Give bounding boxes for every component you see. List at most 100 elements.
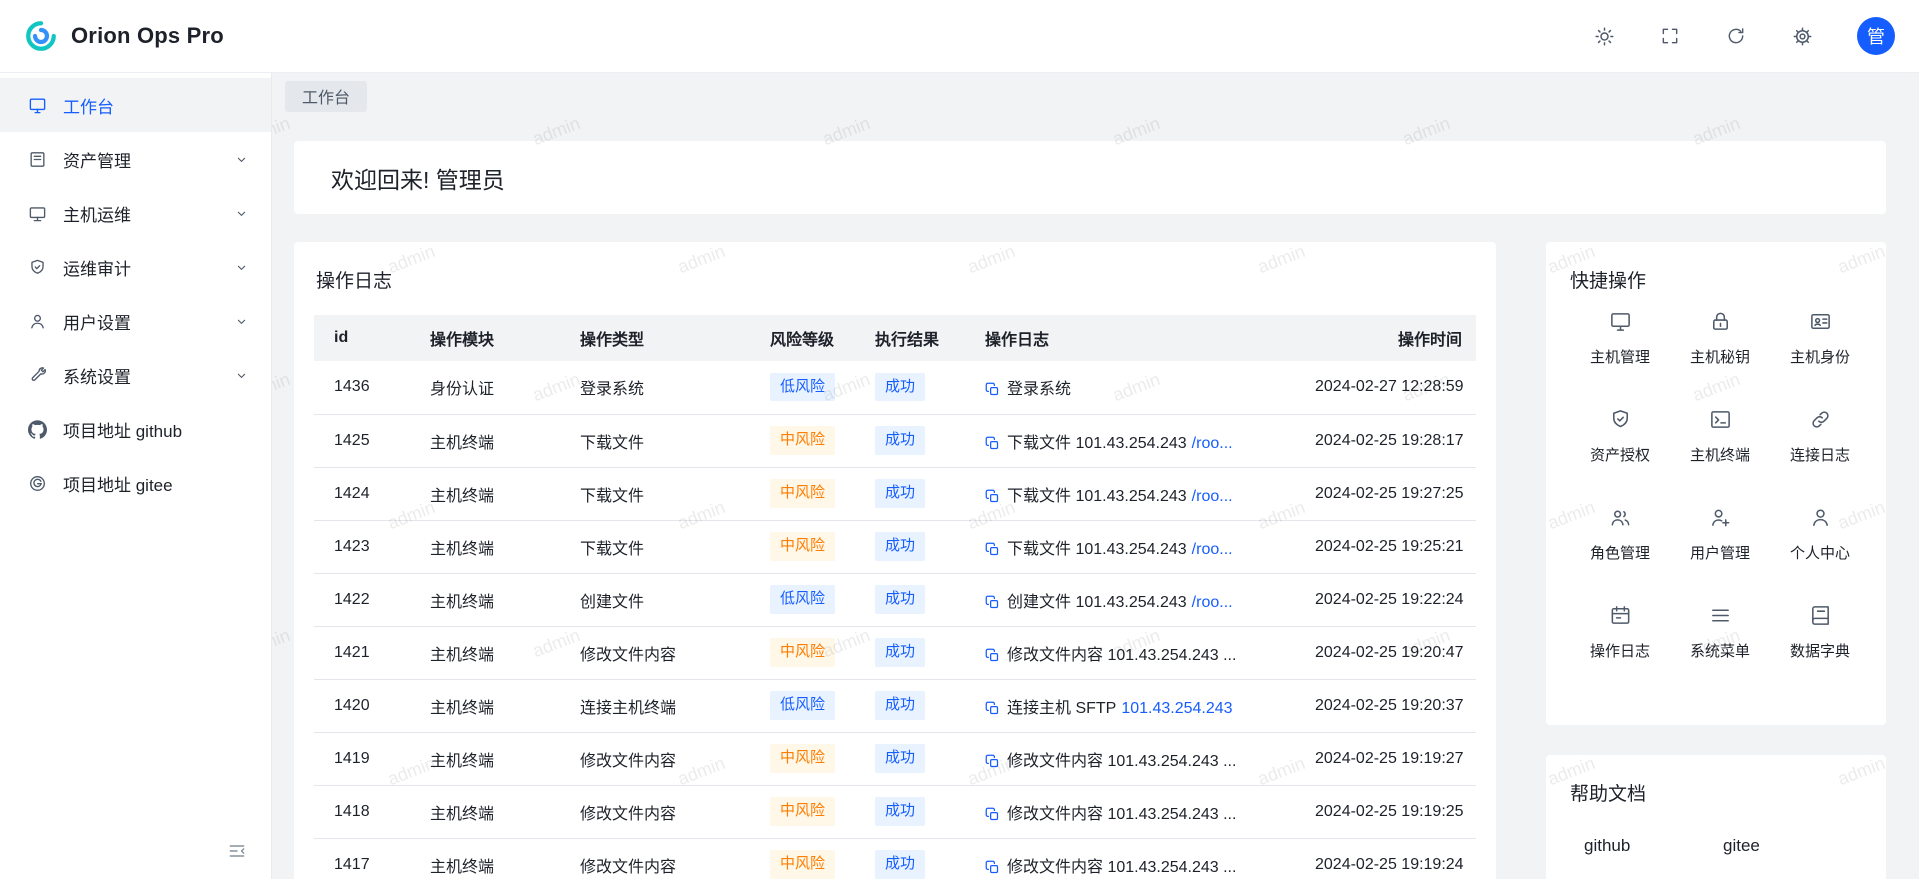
- quick-action-connect-log[interactable]: 连接日志: [1770, 407, 1870, 465]
- cell-id: 1422: [314, 573, 414, 626]
- fullscreen-icon[interactable]: [1659, 25, 1681, 47]
- cell-log: 修改文件内容 101.43.254.243 ...: [969, 838, 1299, 879]
- cell-log: 修改文件内容 101.43.254.243 ...: [969, 785, 1299, 838]
- quick-action-label: 主机终端: [1690, 444, 1750, 465]
- cell-module: 主机终端: [414, 520, 564, 573]
- sidebar-item-host-ops[interactable]: 主机运维: [0, 186, 271, 240]
- quick-action-asset-grant[interactable]: 资产授权: [1570, 407, 1670, 465]
- copy-icon[interactable]: [985, 489, 1000, 504]
- sidebar-item-user-settings[interactable]: 用户设置: [0, 294, 271, 348]
- tab-workbench[interactable]: 工作台: [285, 81, 367, 112]
- quick-actions-panel: 快捷操作 主机管理: [1546, 242, 1886, 725]
- cell-result: 成功: [859, 785, 969, 838]
- log-text: 连接主机 SFTP: [1007, 700, 1116, 717]
- log-text: 修改文件内容 101.43.254.243 ...: [1007, 806, 1236, 823]
- quick-action-role-manage[interactable]: 角色管理: [1570, 505, 1670, 563]
- cell-id: 1423: [314, 520, 414, 573]
- quick-action-label: 资产授权: [1590, 444, 1650, 465]
- refresh-icon[interactable]: [1725, 25, 1747, 47]
- cell-risk: 中风险: [754, 626, 859, 679]
- copy-icon[interactable]: [985, 595, 1000, 610]
- copy-icon[interactable]: [985, 648, 1000, 663]
- log-link[interactable]: /roo...: [1192, 541, 1233, 558]
- help-link-gitee[interactable]: gitee: [1723, 836, 1862, 856]
- cell-time: 2024-02-27 12:28:59: [1299, 361, 1476, 414]
- copy-icon[interactable]: [985, 860, 1000, 875]
- cell-risk: 低风险: [754, 679, 859, 732]
- result-badge: 成功: [875, 744, 925, 772]
- log-text: 创建文件 101.43.254.243: [1007, 594, 1187, 611]
- risk-badge: 低风险: [770, 691, 835, 719]
- cell-type: 修改文件内容: [564, 785, 754, 838]
- cell-type: 修改文件内容: [564, 732, 754, 785]
- quick-action-label: 系统菜单: [1690, 640, 1750, 661]
- quick-action-profile[interactable]: 个人中心: [1770, 505, 1870, 563]
- risk-badge: 中风险: [770, 426, 835, 454]
- shield-icon: [1608, 407, 1632, 431]
- help-docs-title: 帮助文档: [1570, 779, 1862, 806]
- top-header: Orion Ops Pro: [0, 0, 1919, 73]
- log-table-body: 1436 身份认证 登录系统 低风险 成功 登录系统 2024-02-27 12…: [314, 361, 1476, 879]
- quick-action-label: 用户管理: [1690, 542, 1750, 563]
- quick-action-host-identity[interactable]: 主机身份: [1770, 309, 1870, 367]
- quick-action-host-terminal[interactable]: 主机终端: [1670, 407, 1770, 465]
- gear-icon[interactable]: [1791, 25, 1813, 47]
- cell-risk: 中风险: [754, 467, 859, 520]
- copy-icon[interactable]: [985, 382, 1000, 397]
- cell-risk: 中风险: [754, 785, 859, 838]
- cell-module: 主机终端: [414, 679, 564, 732]
- app-root: Orion Ops Pro: [0, 0, 1919, 879]
- cell-module: 主机终端: [414, 467, 564, 520]
- result-badge: 成功: [875, 638, 925, 666]
- host-icon: [28, 203, 48, 223]
- cell-risk: 中风险: [754, 414, 859, 467]
- log-link[interactable]: 101.43.254.243: [1121, 700, 1232, 717]
- log-link[interactable]: /roo...: [1192, 435, 1233, 452]
- cell-risk: 低风险: [754, 361, 859, 414]
- copy-icon[interactable]: [985, 436, 1000, 451]
- sidebar-item-assets[interactable]: 资产管理: [0, 132, 271, 186]
- sidebar-item-gitee[interactable]: 项目地址 gitee: [0, 456, 271, 510]
- cell-log: 下载文件 101.43.254.243/roo...: [969, 520, 1299, 573]
- cell-module: 主机终端: [414, 785, 564, 838]
- sidebar-item-audit[interactable]: 运维审计: [0, 240, 271, 294]
- quick-action-host-keys[interactable]: 主机秘钥: [1670, 309, 1770, 367]
- quick-action-operation-log[interactable]: 操作日志: [1570, 603, 1670, 661]
- chevron-down-icon: [234, 314, 249, 329]
- table-row: 1417 主机终端 修改文件内容 中风险 成功 修改文件内容 101.43.25…: [314, 838, 1476, 879]
- log-link[interactable]: /roo...: [1192, 594, 1233, 611]
- cell-type: 修改文件内容: [564, 838, 754, 879]
- cell-type: 下载文件: [564, 520, 754, 573]
- page: 欢迎回来! 管理员 操作日志 id 操作模块: [272, 119, 1919, 879]
- col-log: 操作日志: [969, 315, 1299, 361]
- quick-action-host-manage[interactable]: 主机管理: [1570, 309, 1670, 367]
- audit-shield-icon: [28, 257, 48, 277]
- copy-icon[interactable]: [985, 701, 1000, 716]
- sidebar-item-system-settings[interactable]: 系统设置: [0, 348, 271, 402]
- table-header: id 操作模块 操作类型 风险等级 执行结果 操作日志 操作时间: [314, 315, 1476, 361]
- quick-action-label: 连接日志: [1790, 444, 1850, 465]
- copy-icon[interactable]: [985, 754, 1000, 769]
- sidebar-item-github[interactable]: 项目地址 github: [0, 402, 271, 456]
- help-link-github[interactable]: github: [1584, 836, 1723, 856]
- collapse-sidebar-icon[interactable]: [227, 841, 249, 863]
- copy-icon[interactable]: [985, 542, 1000, 557]
- cell-module: 主机终端: [414, 838, 564, 879]
- quick-action-data-dict[interactable]: 数据字典: [1770, 603, 1870, 661]
- table-row: 1421 主机终端 修改文件内容 中风险 成功 修改文件内容 101.43.25…: [314, 626, 1476, 679]
- log-text: 登录系统: [1007, 381, 1071, 398]
- quick-action-label: 数据字典: [1790, 640, 1850, 661]
- cell-risk: 低风险: [754, 573, 859, 626]
- copy-icon[interactable]: [985, 807, 1000, 822]
- quick-action-system-menu[interactable]: 系统菜单: [1670, 603, 1770, 661]
- log-link[interactable]: /roo...: [1192, 488, 1233, 505]
- table-row: 1418 主机终端 修改文件内容 中风险 成功 修改文件内容 101.43.25…: [314, 785, 1476, 838]
- cell-type: 创建文件: [564, 573, 754, 626]
- log-text: 下载文件 101.43.254.243: [1007, 435, 1187, 452]
- quick-action-user-manage[interactable]: 用户管理: [1670, 505, 1770, 563]
- avatar[interactable]: 管: [1857, 17, 1895, 55]
- table-row: 1422 主机终端 创建文件 低风险 成功 创建文件 101.43.254.24…: [314, 573, 1476, 626]
- lock-icon: [1708, 309, 1732, 333]
- sidebar-item-workbench[interactable]: 工作台: [0, 78, 271, 132]
- theme-toggle-icon[interactable]: [1593, 25, 1615, 47]
